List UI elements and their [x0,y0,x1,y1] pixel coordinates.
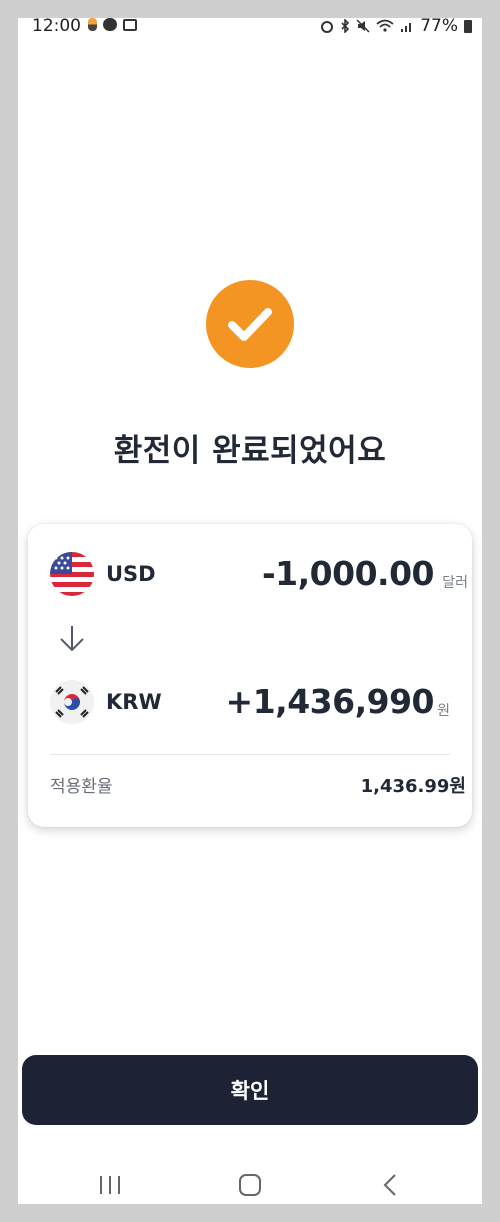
notification-icons [88,18,137,31]
exchange-rate-value: 1,436.99원 [360,776,466,797]
to-amount: +1,436,990 [225,682,435,721]
system-status-icons: 77% [320,18,472,36]
page-title: 환전이 완료되었어요 [113,433,387,469]
screen: 12:00 77% 환전이 완료되었어요 USD -1,000.00 달러 KR… [18,18,482,1204]
status-time: 12:00 [32,18,81,36]
card-divider [50,754,450,755]
recent-apps-icon[interactable] [98,1174,122,1196]
mute-icon [356,19,370,33]
success-check-icon [206,280,294,368]
home-icon[interactable] [238,1174,262,1196]
arrow-down-icon [60,626,84,652]
app-notification-icon [88,18,97,31]
wifi-icon [376,19,394,32]
battery-icon [464,19,472,33]
to-unit: 원 [437,703,450,719]
from-unit: 달러 [442,575,468,591]
message-icon [103,18,117,31]
us-flag-icon [50,552,94,596]
from-currency-code: USD [106,562,156,586]
system-navigation-bar [18,1168,482,1204]
battery-percentage: 77% [420,18,458,36]
alarm-icon [321,21,334,33]
from-amount: -1,000.00 [261,554,435,593]
back-icon[interactable] [382,1174,398,1196]
signal-icon [401,23,412,32]
status-bar: 12:00 77% [18,18,482,36]
kr-flag-icon [50,680,94,724]
to-currency-code: KRW [106,690,162,714]
exchange-summary-card: USD -1,000.00 달러 KRW +1,436,990 원 적용환율 1… [28,524,472,827]
bluetooth-icon [341,19,350,33]
confirm-button[interactable]: 확인 [22,1055,478,1125]
gallery-icon [123,18,137,31]
exchange-rate-label: 적용환율 [50,777,113,797]
